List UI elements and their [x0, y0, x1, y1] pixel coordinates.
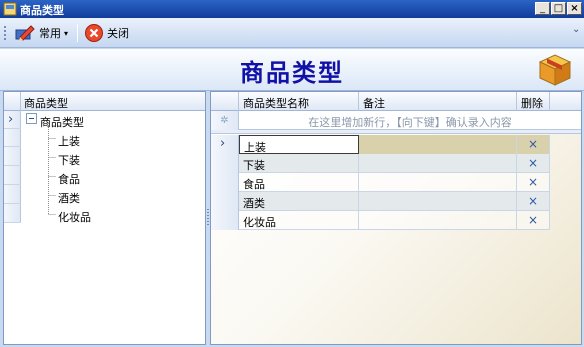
toolbar-overflow-icon[interactable]: ⌄ — [572, 24, 580, 35]
cell-name[interactable]: 酒类 — [239, 192, 359, 211]
dropdown-arrow-icon: ▾ — [64, 28, 69, 38]
delete-row-icon[interactable]: × — [517, 135, 550, 154]
common-menu-button[interactable]: 常用 ▾ — [14, 22, 68, 44]
window-title-bar[interactable]: 商品类型 _ □ × — [0, 0, 584, 18]
tree-header-indicator — [4, 92, 21, 111]
common-menu-label: 常用 — [39, 27, 61, 40]
table-row[interactable]: 化妆品 × — [211, 211, 550, 230]
cell-name[interactable]: 食品 — [239, 173, 359, 192]
package-box-icon — [538, 54, 572, 86]
toolbar-grip[interactable] — [4, 26, 6, 42]
grid-header-indicator — [211, 92, 239, 111]
tree-row-indicator[interactable] — [4, 205, 21, 223]
minimize-icon: _ — [540, 3, 545, 14]
cell-note[interactable] — [359, 135, 517, 154]
window-title: 商品类型 — [20, 4, 64, 17]
category-tree-panel: 商品类型 › ⊟ 商品类型 上装 下装 食品 酒类 化妆品 — [3, 91, 206, 345]
new-row-hint: 在这里增加新行，【向下键】确认录入内容 — [308, 116, 512, 129]
row-indicator[interactable] — [211, 173, 239, 192]
pencil-icon — [15, 25, 35, 41]
cell-note[interactable] — [359, 192, 517, 211]
toolbar-separator — [77, 24, 78, 42]
cell-note[interactable] — [359, 211, 517, 230]
tree-node-cosmetics[interactable]: 化妆品 — [58, 209, 91, 225]
cell-name[interactable]: 上装 — [239, 135, 359, 154]
table-row[interactable]: 下装 × — [211, 154, 550, 173]
table-row[interactable]: › 上装 × — [211, 135, 550, 154]
tree-node-bottoms[interactable]: 下装 — [58, 152, 80, 168]
tree-column-header[interactable]: 商品类型 — [24, 95, 68, 111]
current-row-arrow-icon: › — [220, 136, 226, 151]
collapse-toggle[interactable]: ⊟ — [26, 113, 37, 124]
close-circle-icon — [85, 24, 103, 42]
cell-name[interactable]: 化妆品 — [239, 211, 359, 230]
delete-row-icon[interactable]: × — [517, 154, 550, 173]
row-indicator[interactable]: › — [211, 135, 239, 154]
minimize-button[interactable]: _ — [535, 2, 550, 15]
page-title: 商品类型 — [240, 58, 344, 87]
table-row[interactable]: 食品 × — [211, 173, 550, 192]
tree-node-food[interactable]: 食品 — [58, 171, 80, 187]
grid-header: 商品类型名称 备注 删除 — [211, 92, 581, 111]
new-row-separator — [211, 130, 581, 134]
new-row-indicator: ✲ — [211, 111, 239, 130]
close-label: 关闭 — [107, 27, 129, 40]
tree-row-indicators: › — [4, 111, 21, 223]
tree-row-indicator[interactable] — [4, 186, 21, 204]
tree-node-alcohol[interactable]: 酒类 — [58, 190, 80, 206]
current-row-arrow-icon: › — [8, 112, 14, 127]
cell-note[interactable] — [359, 154, 517, 173]
tree-row-indicator[interactable]: › — [4, 111, 21, 129]
tree-row-indicator[interactable] — [4, 129, 21, 147]
row-indicator[interactable] — [211, 192, 239, 211]
delete-row-icon[interactable]: × — [517, 173, 550, 192]
new-row[interactable]: ✲ 在这里增加新行，【向下键】确认录入内容 — [211, 111, 581, 130]
toolbar: 常用 ▾ 关闭 ⌄ — [0, 18, 584, 48]
header-banner: 商品类型 — [0, 49, 584, 91]
delete-row-icon[interactable]: × — [517, 211, 550, 230]
close-button[interactable]: 关闭 — [84, 22, 129, 44]
close-window-button[interactable]: × — [567, 2, 582, 15]
row-indicator[interactable] — [211, 211, 239, 230]
delete-row-icon[interactable]: × — [517, 192, 550, 211]
column-header-delete[interactable]: 删除 — [517, 92, 550, 111]
close-icon: × — [570, 3, 579, 14]
tree-header: 商品类型 — [4, 92, 205, 111]
tree-row-indicator[interactable] — [4, 148, 21, 166]
tree-node-root[interactable]: 商品类型 — [40, 114, 84, 130]
column-header-note[interactable]: 备注 — [359, 92, 517, 111]
tree-node-tops[interactable]: 上装 — [58, 133, 80, 149]
row-indicator[interactable] — [211, 154, 239, 173]
table-row[interactable]: 酒类 × — [211, 192, 550, 211]
cell-name[interactable]: 下装 — [239, 154, 359, 173]
column-header-name[interactable]: 商品类型名称 — [239, 92, 359, 111]
maximize-button[interactable]: □ — [551, 2, 566, 15]
app-icon — [3, 2, 17, 16]
tree-row-indicator[interactable] — [4, 167, 21, 185]
cell-note[interactable] — [359, 173, 517, 192]
maximize-icon: □ — [553, 3, 564, 14]
category-grid-panel: 商品类型名称 备注 删除 ✲ 在这里增加新行，【向下键】确认录入内容 › 上装 … — [210, 91, 582, 345]
